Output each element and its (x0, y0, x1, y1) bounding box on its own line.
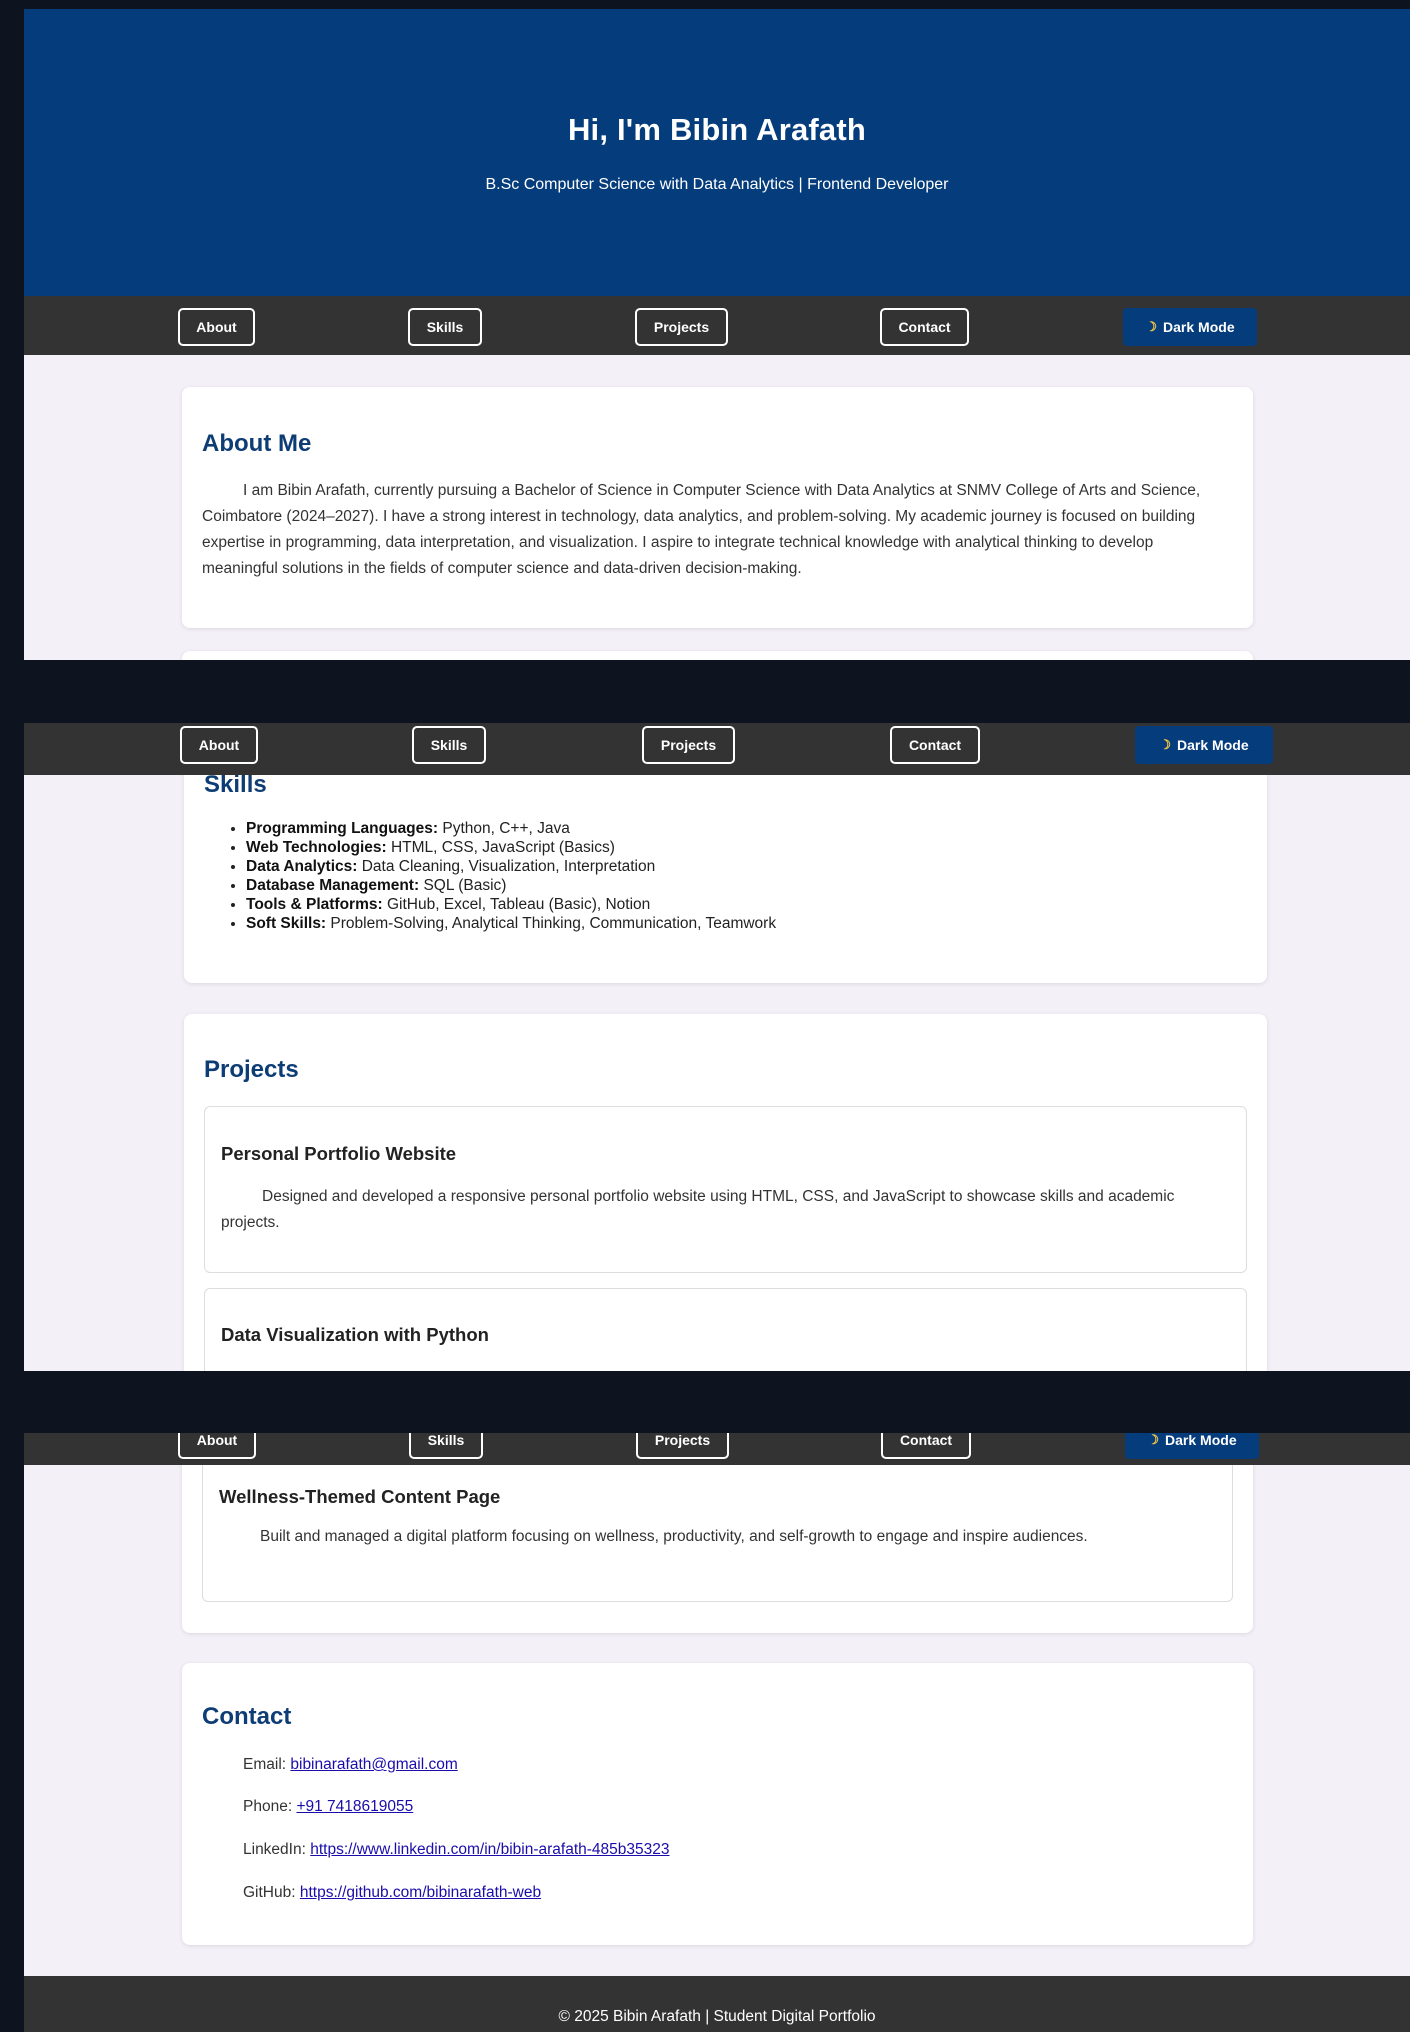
nav-bar: About Skills Projects Contact ☽ Dark Mod… (24, 296, 1410, 355)
dark-mode-label: Dark Mode (1163, 319, 1235, 335)
contact-title: Contact (202, 1703, 292, 1730)
project-title: Data Visualization with Python (221, 1324, 489, 1345)
moon-icon: ☽ (1159, 737, 1172, 752)
skill-item: Web Technologies: HTML, CSS, JavaScript … (246, 838, 776, 857)
nav-about-button[interactable]: About (178, 308, 255, 346)
contact-email: Email: bibinarafath@gmail.com (243, 1756, 458, 1773)
footer-text: © 2025 Bibin Arafath | Student Digital P… (558, 2008, 876, 2025)
hero-header: Hi, I'm Bibin Arafath B.Sc Computer Scie… (24, 9, 1410, 296)
moon-icon: ☽ (1147, 1433, 1160, 1447)
skill-item: Soft Skills: Problem-Solving, Analytical… (246, 914, 776, 933)
skill-item: Data Analytics: Data Cleaning, Visualiza… (246, 857, 776, 876)
github-link[interactable]: https://github.com/bibinarafath-web (300, 1884, 541, 1901)
nav-projects-button[interactable]: Projects (642, 726, 735, 764)
dark-mode-label: Dark Mode (1177, 737, 1249, 753)
nav-about-button[interactable]: About (180, 726, 258, 764)
nav-about-button[interactable]: About (178, 1433, 256, 1459)
contact-github: GitHub: https://github.com/bibinarafath-… (243, 1884, 542, 1901)
screenshot-middle: Skills Programming Languages: Python, C+… (24, 723, 1410, 1371)
nav-projects-button[interactable]: Projects (636, 1433, 729, 1459)
footer: © 2025 Bibin Arafath | Student Digital P… (24, 1976, 1410, 2032)
project-title: Personal Portfolio Website (221, 1143, 457, 1164)
nav-contact-button[interactable]: Contact (880, 308, 969, 346)
dark-mode-button[interactable]: ☽ Dark Mode (1125, 1433, 1259, 1459)
project-description: Built and managed a digital platform foc… (260, 1528, 1088, 1545)
skill-item: Tools & Platforms: GitHub, Excel, Tablea… (246, 895, 776, 914)
nav-skills-button[interactable]: Skills (412, 726, 486, 764)
contact-linkedin: LinkedIn: https://www.linkedin.com/in/bi… (243, 1841, 670, 1858)
skills-list: Programming Languages: Python, C++, Java… (246, 819, 776, 933)
nav-bar-sticky: About Skills Projects Contact ☽ Dark Mod… (24, 1433, 1410, 1465)
project-title: Wellness-Themed Content Page (219, 1486, 501, 1507)
skill-item: Database Management: SQL (Basic) (246, 876, 776, 895)
nav-projects-button[interactable]: Projects (635, 308, 728, 346)
about-card: About Me I am Bibin Arafath, currently p… (182, 387, 1253, 628)
moon-icon: ☽ (1145, 319, 1158, 334)
dark-mode-button[interactable]: ☽ Dark Mode (1123, 308, 1257, 346)
linkedin-link[interactable]: https://www.linkedin.com/in/bibin-arafat… (310, 1841, 669, 1858)
screenshot-bottom: Wellness-Themed Content Page Built and m… (24, 1433, 1410, 2032)
projects-title: Projects (204, 1056, 299, 1083)
nav-contact-button[interactable]: Contact (881, 1433, 971, 1459)
dark-mode-button[interactable]: ☽ Dark Mode (1135, 726, 1273, 764)
email-link[interactable]: bibinarafath@gmail.com (290, 1756, 457, 1773)
hero-title: Hi, I'm Bibin Arafath (567, 112, 867, 147)
skills-card-edge (182, 651, 1253, 660)
nav-skills-button[interactable]: Skills (409, 1433, 483, 1459)
nav-contact-button[interactable]: Contact (890, 726, 980, 764)
dark-mode-label: Dark Mode (1165, 1433, 1237, 1448)
nav-skills-button[interactable]: Skills (408, 308, 482, 346)
nav-bar-sticky: About Skills Projects Contact ☽ Dark Mod… (24, 723, 1410, 775)
about-text: I am Bibin Arafath, currently pursuing a… (202, 482, 1201, 577)
hero-subtitle: B.Sc Computer Science with Data Analytic… (485, 176, 949, 193)
contact-card: Contact Email: bibinarafath@gmail.com Ph… (182, 1663, 1253, 1945)
projects-card: Projects Personal Portfolio Website Desi… (184, 1014, 1267, 1371)
skill-item: Programming Languages: Python, C++, Java (246, 819, 776, 838)
project-card-portfolio: Personal Portfolio Website Designed and … (204, 1106, 1247, 1273)
phone-link[interactable]: +91 7418619055 (296, 1798, 413, 1815)
contact-phone: Phone: +91 7418619055 (243, 1798, 414, 1815)
about-title: About Me (202, 430, 312, 457)
screenshot-top: Hi, I'm Bibin Arafath B.Sc Computer Scie… (24, 9, 1410, 660)
project-card-data-viz: Data Visualization with Python (204, 1288, 1247, 1371)
project-description: Designed and developed a responsive pers… (221, 1188, 1175, 1231)
skills-title: Skills (204, 771, 267, 798)
